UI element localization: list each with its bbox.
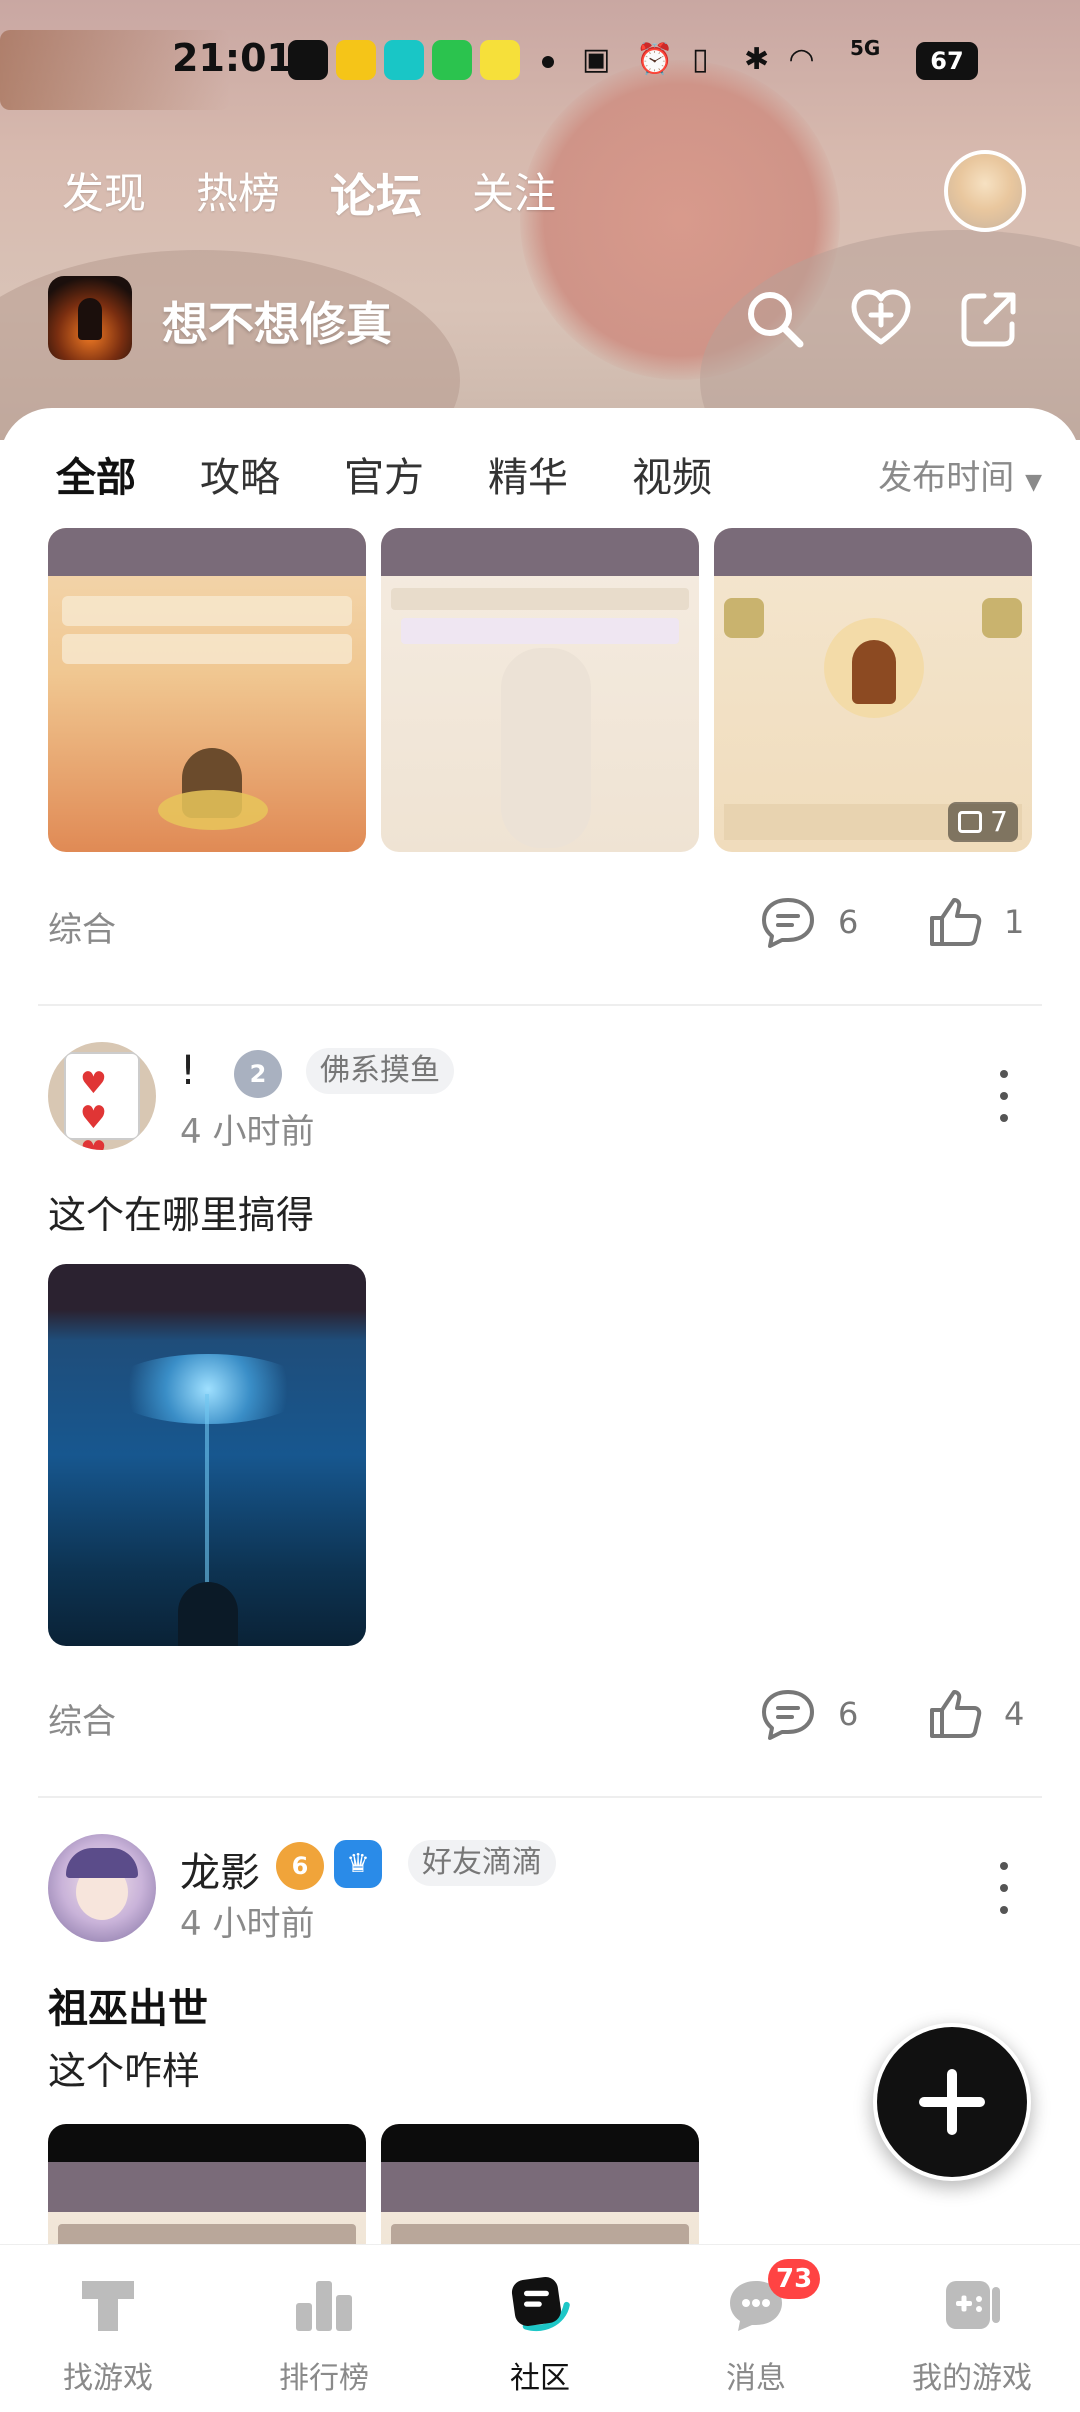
share-button[interactable] [954,284,1024,354]
author-name[interactable]: 龙影 [180,1840,260,1898]
post-image[interactable] [48,1264,366,1646]
image-icon [958,811,983,833]
taptap-icon [384,40,424,80]
unread-badge: 73 [768,2259,821,2299]
like-count: 1 [1004,903,1025,941]
my-games-icon [940,2273,1004,2337]
post-title[interactable]: 祖巫出世 [48,1976,208,2034]
find-game-icon [76,2273,140,2337]
author-name[interactable]: ! [180,1048,196,1094]
app-notification-icon [480,40,520,80]
battery-indicator: 67 [916,42,978,80]
heart-plus-icon [851,289,911,345]
alarm-icon: ⏰ [636,42,674,77]
status-time: 21:01 [172,36,293,80]
more-options-button[interactable] [996,1066,1012,1126]
create-post-button[interactable] [871,2021,1033,2183]
dot-icon [1000,1862,1008,1870]
nav-messages[interactable]: 73 消息 [648,2245,864,2412]
tab-following[interactable]: 关注 [472,160,556,230]
user-tag: 佛系摸鱼 [306,1048,454,1094]
vibrate-icon: ▯ [692,42,709,77]
nav-find-game[interactable]: 找游戏 [0,2245,216,2412]
sort-label: 发布时间 [878,458,1015,498]
nav-ranking[interactable]: 排行榜 [216,2245,432,2412]
post-image[interactable] [48,528,366,852]
comment-button[interactable]: 6 [758,894,858,950]
tiktok-icon [288,40,328,80]
comment-count: 6 [838,1695,859,1733]
post-text[interactable]: 这个在哪里搞得 [48,1184,314,1239]
thumbs-up-icon [930,898,982,946]
user-avatar[interactable] [944,150,1026,232]
user-tag: 好友滴滴 [408,1840,556,1886]
community-icon [508,2273,572,2337]
follow-forum-button[interactable] [846,284,916,354]
like-count: 4 [1004,1695,1025,1733]
author-avatar[interactable]: ♥ ♥ ♥ ♥ [48,1042,156,1150]
nfc-icon: ▣ [582,42,611,77]
search-icon [748,292,804,348]
level-badge: 2 [234,1050,282,1098]
category-tab-bar: 全部 攻略 官方 精华 视频 [56,445,712,511]
bottom-navigation: 找游戏 排行榜 社区 73 消息 我的游戏 [0,2244,1080,2412]
nav-my-games[interactable]: 我的游戏 [864,2245,1080,2412]
image-count-badge: 7 [948,802,1018,842]
sort-dropdown[interactable]: 发布时间 ▼ [878,450,1042,499]
post-time: 4 小时前 [180,1112,315,1152]
status-bar: 21:01 ▣ ⏰ ▯ ✱ ◠ 5G 67 [0,28,1080,98]
post-category[interactable]: 综合 [48,1694,116,1743]
dot-icon [1000,1070,1008,1078]
more-options-button[interactable] [996,1858,1012,1918]
thumbs-up-icon [930,1690,982,1738]
subtab-all[interactable]: 全部 [56,445,136,511]
post-image[interactable] [381,528,699,852]
subtab-official[interactable]: 官方 [344,445,424,505]
ranking-icon [292,2273,356,2337]
level-badge: 6 [276,1842,324,1890]
top-tab-bar: 发现 热榜 论坛 关注 [62,160,556,234]
post-image[interactable]: 7 [714,528,1032,852]
post-text[interactable]: 这个咋样 [48,2040,200,2095]
signal-icon: 5G [850,36,881,60]
tab-hot[interactable]: 热榜 [196,160,280,230]
wifi-icon: ◠ [790,42,814,77]
trophy-badge-icon: ♛ [334,1840,382,1888]
comment-icon [762,1690,814,1740]
share-icon [961,292,1016,347]
like-button[interactable]: 4 [926,1686,1024,1742]
like-button[interactable]: 1 [926,894,1024,950]
weibo-icon [336,40,376,80]
forum-title[interactable]: 想不想修真 [162,288,392,354]
post-divider [38,1796,1042,1798]
chevron-down-icon: ▼ [1025,470,1042,495]
plus-icon [919,2069,985,2135]
nav-community[interactable]: 社区 [432,2245,648,2412]
post-category[interactable]: 综合 [48,902,116,951]
bluetooth-icon: ✱ [744,42,770,77]
forum-game-icon[interactable] [48,276,132,360]
comment-count: 6 [838,903,859,941]
search-button[interactable] [740,284,810,354]
subtab-guides[interactable]: 攻略 [200,445,280,505]
wechat-icon [432,40,472,80]
post-divider [38,1004,1042,1006]
comment-icon [762,898,814,948]
author-avatar[interactable] [48,1834,156,1942]
subtab-video[interactable]: 视频 [632,445,712,505]
comment-button[interactable]: 6 [758,1686,858,1742]
tab-discover[interactable]: 发现 [62,160,146,230]
subtab-featured[interactable]: 精华 [488,445,568,505]
tab-forum[interactable]: 论坛 [326,160,427,234]
post-time: 4 小时前 [180,1904,315,1944]
